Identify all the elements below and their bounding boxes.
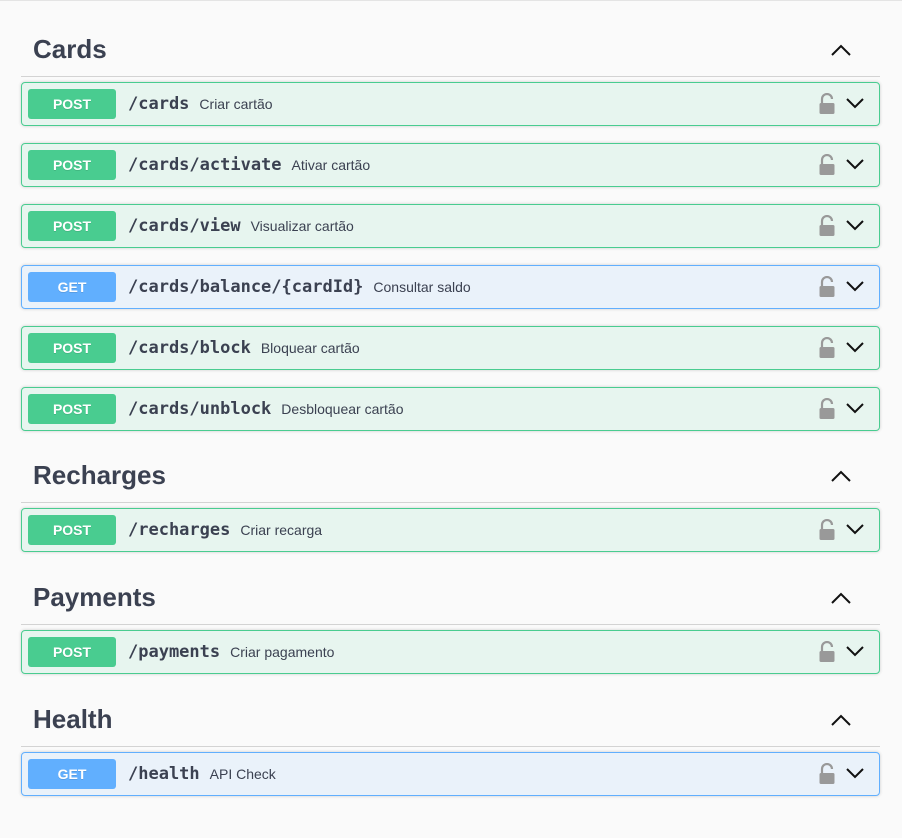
path-text: /recharges: [128, 520, 231, 540]
operation-path: /cards/activate Ativar cartão: [128, 155, 370, 175]
operation-summary: Bloquear cartão: [260, 340, 360, 356]
path-text: /cards/activate: [128, 155, 282, 175]
section-header-recharges[interactable]: Recharges: [21, 431, 880, 503]
path-text: /health: [128, 764, 200, 784]
chevron-up-icon[interactable]: [830, 468, 852, 484]
lock-icon[interactable]: [818, 398, 836, 420]
method-badge: POST: [28, 211, 116, 241]
operation-post-cards-block[interactable]: POST /cards/block Bloquear cartão: [21, 326, 880, 370]
section-cards: Cards POST /cards Criar cartão POST /card…: [21, 1, 880, 431]
path-text: /cards/unblock: [128, 399, 272, 419]
method-badge: POST: [28, 89, 116, 119]
operations-list: POST /cards Criar cartão POST /cards/acti…: [21, 77, 880, 431]
section-header-health[interactable]: Health: [21, 674, 880, 747]
operations-list: POST /payments Criar pagamento: [21, 625, 880, 674]
operation-summary: Consultar saldo: [373, 279, 471, 295]
operations-list: GET /health API Check: [21, 747, 880, 796]
section-header-cards[interactable]: Cards: [21, 1, 880, 77]
operation-post-payments[interactable]: POST /payments Criar pagamento: [21, 630, 880, 674]
swagger-page: Cards POST /cards Criar cartão POST /card…: [0, 0, 902, 838]
chevron-down-icon[interactable]: [845, 278, 865, 294]
operation-summary: API Check: [209, 766, 276, 782]
path-text: /cards/view: [128, 216, 241, 236]
chevron-down-icon[interactable]: [845, 765, 865, 781]
lock-icon[interactable]: [818, 641, 836, 663]
chevron-down-icon[interactable]: [845, 339, 865, 355]
section-title: Cards: [33, 34, 107, 64]
operation-path: /cards/view Visualizar cartão: [128, 216, 354, 236]
operation-get-cards-balance[interactable]: GET /cards/balance/{cardId} Consultar sal…: [21, 265, 880, 309]
operation-summary: Criar cartão: [199, 96, 273, 112]
operation-post-cards-unblock[interactable]: POST /cards/unblock Desbloquear cartão: [21, 387, 880, 431]
section-payments: Payments POST /payments Criar pagamento: [21, 552, 880, 674]
section-header-payments[interactable]: Payments: [21, 552, 880, 625]
operation-path: /cards/balance/{cardId} Consultar saldo: [128, 277, 471, 297]
method-badge: POST: [28, 394, 116, 424]
lock-icon[interactable]: [818, 154, 836, 176]
method-badge: POST: [28, 515, 116, 545]
lock-icon[interactable]: [818, 519, 836, 541]
section-title: Payments: [33, 582, 156, 612]
operation-summary: Ativar cartão: [291, 157, 371, 173]
lock-icon[interactable]: [818, 276, 836, 298]
operations-list: POST /recharges Criar recarga: [21, 503, 880, 552]
operation-path: /health API Check: [128, 764, 276, 784]
operation-summary: Criar pagamento: [230, 644, 335, 660]
chevron-down-icon[interactable]: [845, 400, 865, 416]
method-badge: GET: [28, 759, 116, 789]
method-badge: GET: [28, 272, 116, 302]
method-badge: POST: [28, 637, 116, 667]
chevron-up-icon[interactable]: [830, 712, 852, 728]
chevron-up-icon[interactable]: [830, 590, 852, 606]
section-title: Recharges: [33, 460, 166, 490]
path-text: /payments: [128, 642, 221, 662]
chevron-down-icon[interactable]: [845, 95, 865, 111]
method-badge: POST: [28, 150, 116, 180]
chevron-down-icon[interactable]: [845, 156, 865, 172]
lock-icon[interactable]: [818, 93, 836, 115]
tag-sections: Cards POST /cards Criar cartão POST /card…: [21, 1, 880, 796]
operation-path: /payments Criar pagamento: [128, 642, 334, 662]
lock-icon[interactable]: [818, 215, 836, 237]
operation-post-cards-activate[interactable]: POST /cards/activate Ativar cartão: [21, 143, 880, 187]
operation-summary: Visualizar cartão: [250, 218, 354, 234]
section-title: Health: [33, 704, 113, 734]
section-health: Health GET /health API Check: [21, 674, 880, 796]
operation-path: /recharges Criar recarga: [128, 520, 322, 540]
lock-icon[interactable]: [818, 763, 836, 785]
operation-summary: Criar recarga: [240, 522, 323, 538]
operation-summary: Desbloquear cartão: [281, 401, 404, 417]
operation-path: /cards/block Bloquear cartão: [128, 338, 360, 358]
operation-post-recharges[interactable]: POST /recharges Criar recarga: [21, 508, 880, 552]
path-text: /cards: [128, 94, 190, 114]
operation-post-cards-view[interactable]: POST /cards/view Visualizar cartão: [21, 204, 880, 248]
chevron-up-icon[interactable]: [830, 42, 852, 58]
section-recharges: Recharges POST /recharges Criar recarga: [21, 431, 880, 552]
operation-path: /cards Criar cartão: [128, 94, 273, 114]
lock-icon[interactable]: [818, 337, 836, 359]
chevron-down-icon[interactable]: [845, 217, 865, 233]
chevron-down-icon[interactable]: [845, 521, 865, 537]
operation-post-cards[interactable]: POST /cards Criar cartão: [21, 82, 880, 126]
chevron-down-icon[interactable]: [845, 643, 865, 659]
operation-path: /cards/unblock Desbloquear cartão: [128, 399, 403, 419]
path-text: /cards/balance/{cardId}: [128, 277, 364, 297]
method-badge: POST: [28, 333, 116, 363]
operation-get-health[interactable]: GET /health API Check: [21, 752, 880, 796]
path-text: /cards/block: [128, 338, 251, 358]
